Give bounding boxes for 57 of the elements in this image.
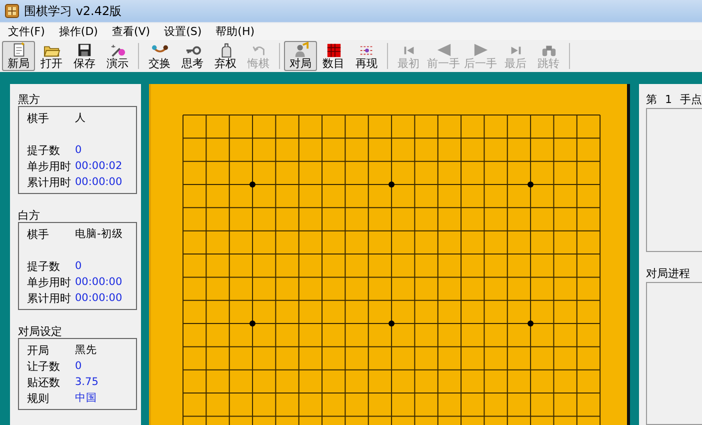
menu-item[interactable]: 查看(V) [104, 24, 156, 39]
field-label: 累计用时 [27, 174, 72, 190]
field-label: 提子数 [27, 142, 61, 158]
section-title: 对局进程 [646, 266, 691, 280]
field-label: 棋手 [27, 226, 50, 242]
menu-item[interactable]: 帮助(H) [208, 24, 261, 39]
toolbar-button[interactable]: 交换 [143, 41, 176, 71]
toolbar-button[interactable]: 打开 [35, 41, 68, 71]
toolbar-button[interactable]: 对局 [284, 41, 317, 71]
next-icon [472, 42, 490, 58]
menu-item[interactable]: 文件(F) [0, 24, 51, 39]
window-title: 围棋学习 v2.42版 [24, 2, 122, 20]
move-label: 第 [646, 92, 657, 106]
field-value: 0 [75, 360, 82, 372]
star-point [528, 182, 534, 188]
group-title: 白方 [18, 208, 41, 222]
field-value: 0 [75, 260, 82, 272]
field-label: 提子数 [27, 258, 61, 274]
toolbar-button[interactable]: 数目 [317, 41, 350, 71]
group-title: 黑方 [18, 92, 41, 106]
field-label: 开局 [27, 342, 50, 358]
star-point [528, 320, 534, 327]
field-value: 黑先 [75, 343, 97, 357]
star-point [388, 320, 395, 327]
field-value: 00:00:02 [75, 160, 122, 172]
toolbar-button[interactable]: 弃权 [209, 41, 242, 71]
field-label: 棋手 [27, 110, 50, 126]
field-label: 贴还数 [27, 374, 61, 390]
field-value: 电脑-初级 [75, 227, 123, 241]
field-label: 单步用时 [27, 158, 72, 174]
field-value: 3.75 [75, 376, 98, 388]
toolbar-button[interactable]: 演示 [101, 41, 134, 71]
field-label: 累计用时 [27, 290, 72, 306]
field-value: 人 [75, 111, 86, 125]
toolbar-button[interactable]: 新局 [2, 41, 35, 71]
toolbar-button[interactable]: 保存 [68, 41, 101, 71]
star-point [388, 182, 395, 188]
field-value: 0 [75, 144, 82, 156]
star-point [250, 320, 256, 327]
menu-item[interactable]: 设置(S) [156, 24, 208, 39]
field-label: 让子数 [27, 358, 61, 374]
field-value: 中国 [75, 391, 97, 405]
app-icon [5, 4, 19, 18]
toolbar-button[interactable]: 再现 [350, 41, 383, 71]
wand-icon [108, 42, 126, 58]
star-point [250, 182, 256, 188]
move-number: 1 [665, 92, 672, 106]
field-value: 00:00:00 [75, 276, 122, 288]
field-label: 单步用时 [27, 274, 72, 290]
field-value: 00:00:00 [75, 176, 122, 188]
move-label: 手点 [680, 92, 702, 106]
group-title: 对局设定 [18, 324, 63, 338]
grid-icon [324, 42, 342, 58]
field-value: 00:00:00 [75, 292, 122, 304]
menu-item[interactable]: 操作(D) [50, 24, 104, 39]
toolbar-button[interactable]: 思考 [176, 41, 209, 71]
field-label: 规则 [27, 390, 50, 406]
